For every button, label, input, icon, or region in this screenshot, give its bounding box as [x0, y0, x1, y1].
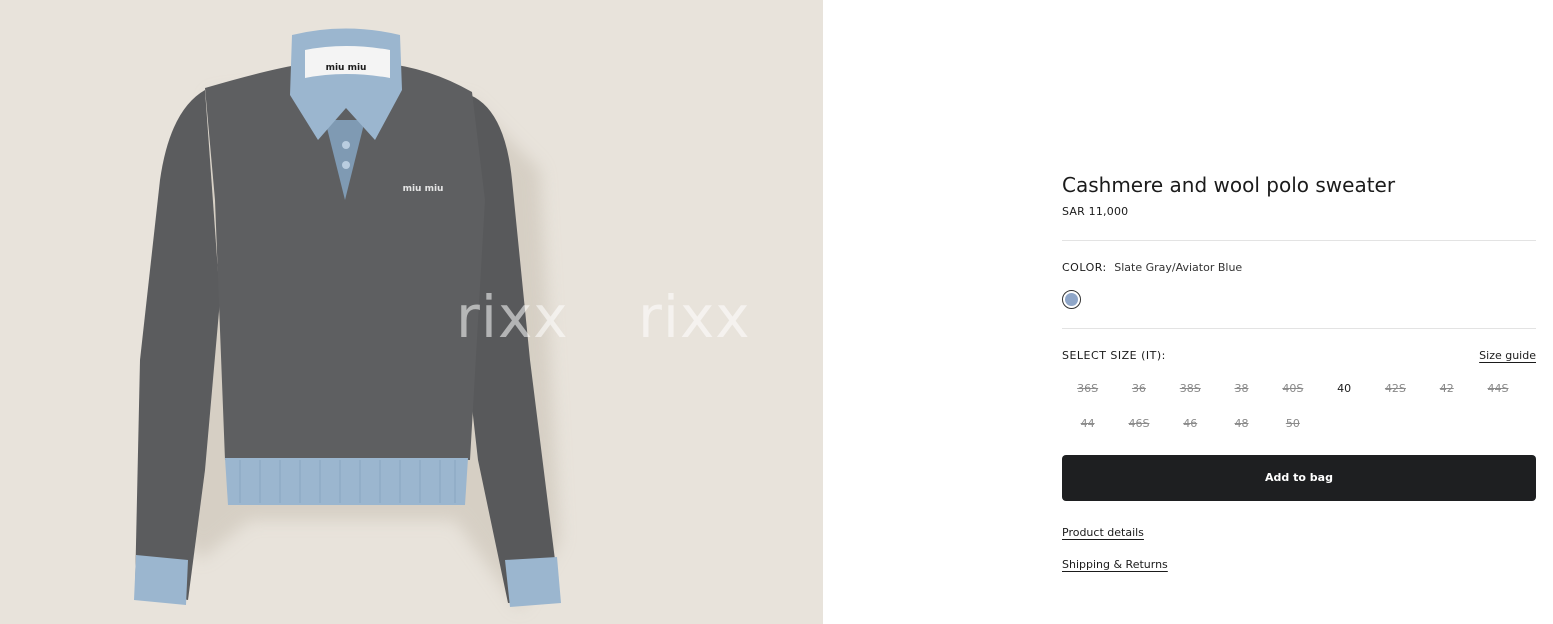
- shipping-returns-link[interactable]: Shipping & Returns: [1062, 558, 1168, 571]
- product-title: Cashmere and wool polo sweater: [1062, 173, 1396, 197]
- size-option[interactable]: 42S: [1370, 376, 1421, 401]
- size-label: SELECT SIZE (IT):: [1062, 349, 1166, 362]
- size-option[interactable]: 36S: [1062, 376, 1113, 401]
- size-option[interactable]: 44S: [1472, 376, 1523, 401]
- button-bottom: [342, 161, 350, 169]
- size-option[interactable]: 38S: [1165, 376, 1216, 401]
- size-option[interactable]: 44: [1062, 411, 1113, 436]
- color-swatch[interactable]: [1062, 290, 1081, 309]
- product-details-link[interactable]: Product details: [1062, 526, 1144, 539]
- neck-label-bg: [305, 46, 390, 78]
- size-options: 36S 36 38S 38 40S 40 42S 42 44S 44 46S 46 48 50: [1062, 376, 1536, 446]
- divider: [1062, 240, 1536, 241]
- size-option[interactable]: 50: [1267, 411, 1318, 436]
- product-price: SAR 11,000: [1062, 205, 1129, 218]
- right-cuff: [505, 557, 561, 607]
- size-option[interactable]: 42: [1421, 376, 1472, 401]
- color-swatch-fill: [1065, 293, 1078, 306]
- size-option[interactable]: 36: [1113, 376, 1164, 401]
- size-option[interactable]: 48: [1216, 411, 1267, 436]
- size-option[interactable]: 40S: [1267, 376, 1318, 401]
- button-top: [342, 141, 350, 149]
- watermark-right: rixx: [638, 283, 751, 351]
- size-header: SELECT SIZE (IT): Size guide: [1062, 349, 1536, 362]
- size-option[interactable]: 46: [1165, 411, 1216, 436]
- left-cuff: [134, 555, 188, 605]
- size-option[interactable]: 40: [1318, 376, 1369, 401]
- size-option[interactable]: 46S: [1113, 411, 1164, 436]
- neck-label: miu miu: [326, 63, 367, 73]
- divider: [1062, 328, 1536, 329]
- chest-logo: miu miu: [403, 184, 444, 194]
- product-info-panel: Cashmere and wool polo sweater SAR 11,00…: [1062, 0, 1536, 624]
- waistband: [225, 458, 468, 505]
- color-row: COLOR: Slate Gray/Aviator Blue: [1062, 261, 1242, 274]
- size-option[interactable]: 38: [1216, 376, 1267, 401]
- color-value: Slate Gray/Aviator Blue: [1114, 261, 1243, 274]
- size-guide-link[interactable]: Size guide: [1479, 349, 1536, 362]
- product-image[interactable]: miu miu miu miu rixx rixx: [0, 0, 823, 624]
- watermark-left: rixx: [456, 283, 569, 351]
- color-label: COLOR:: [1062, 261, 1107, 274]
- add-to-bag-button[interactable]: Add to bag: [1062, 455, 1536, 501]
